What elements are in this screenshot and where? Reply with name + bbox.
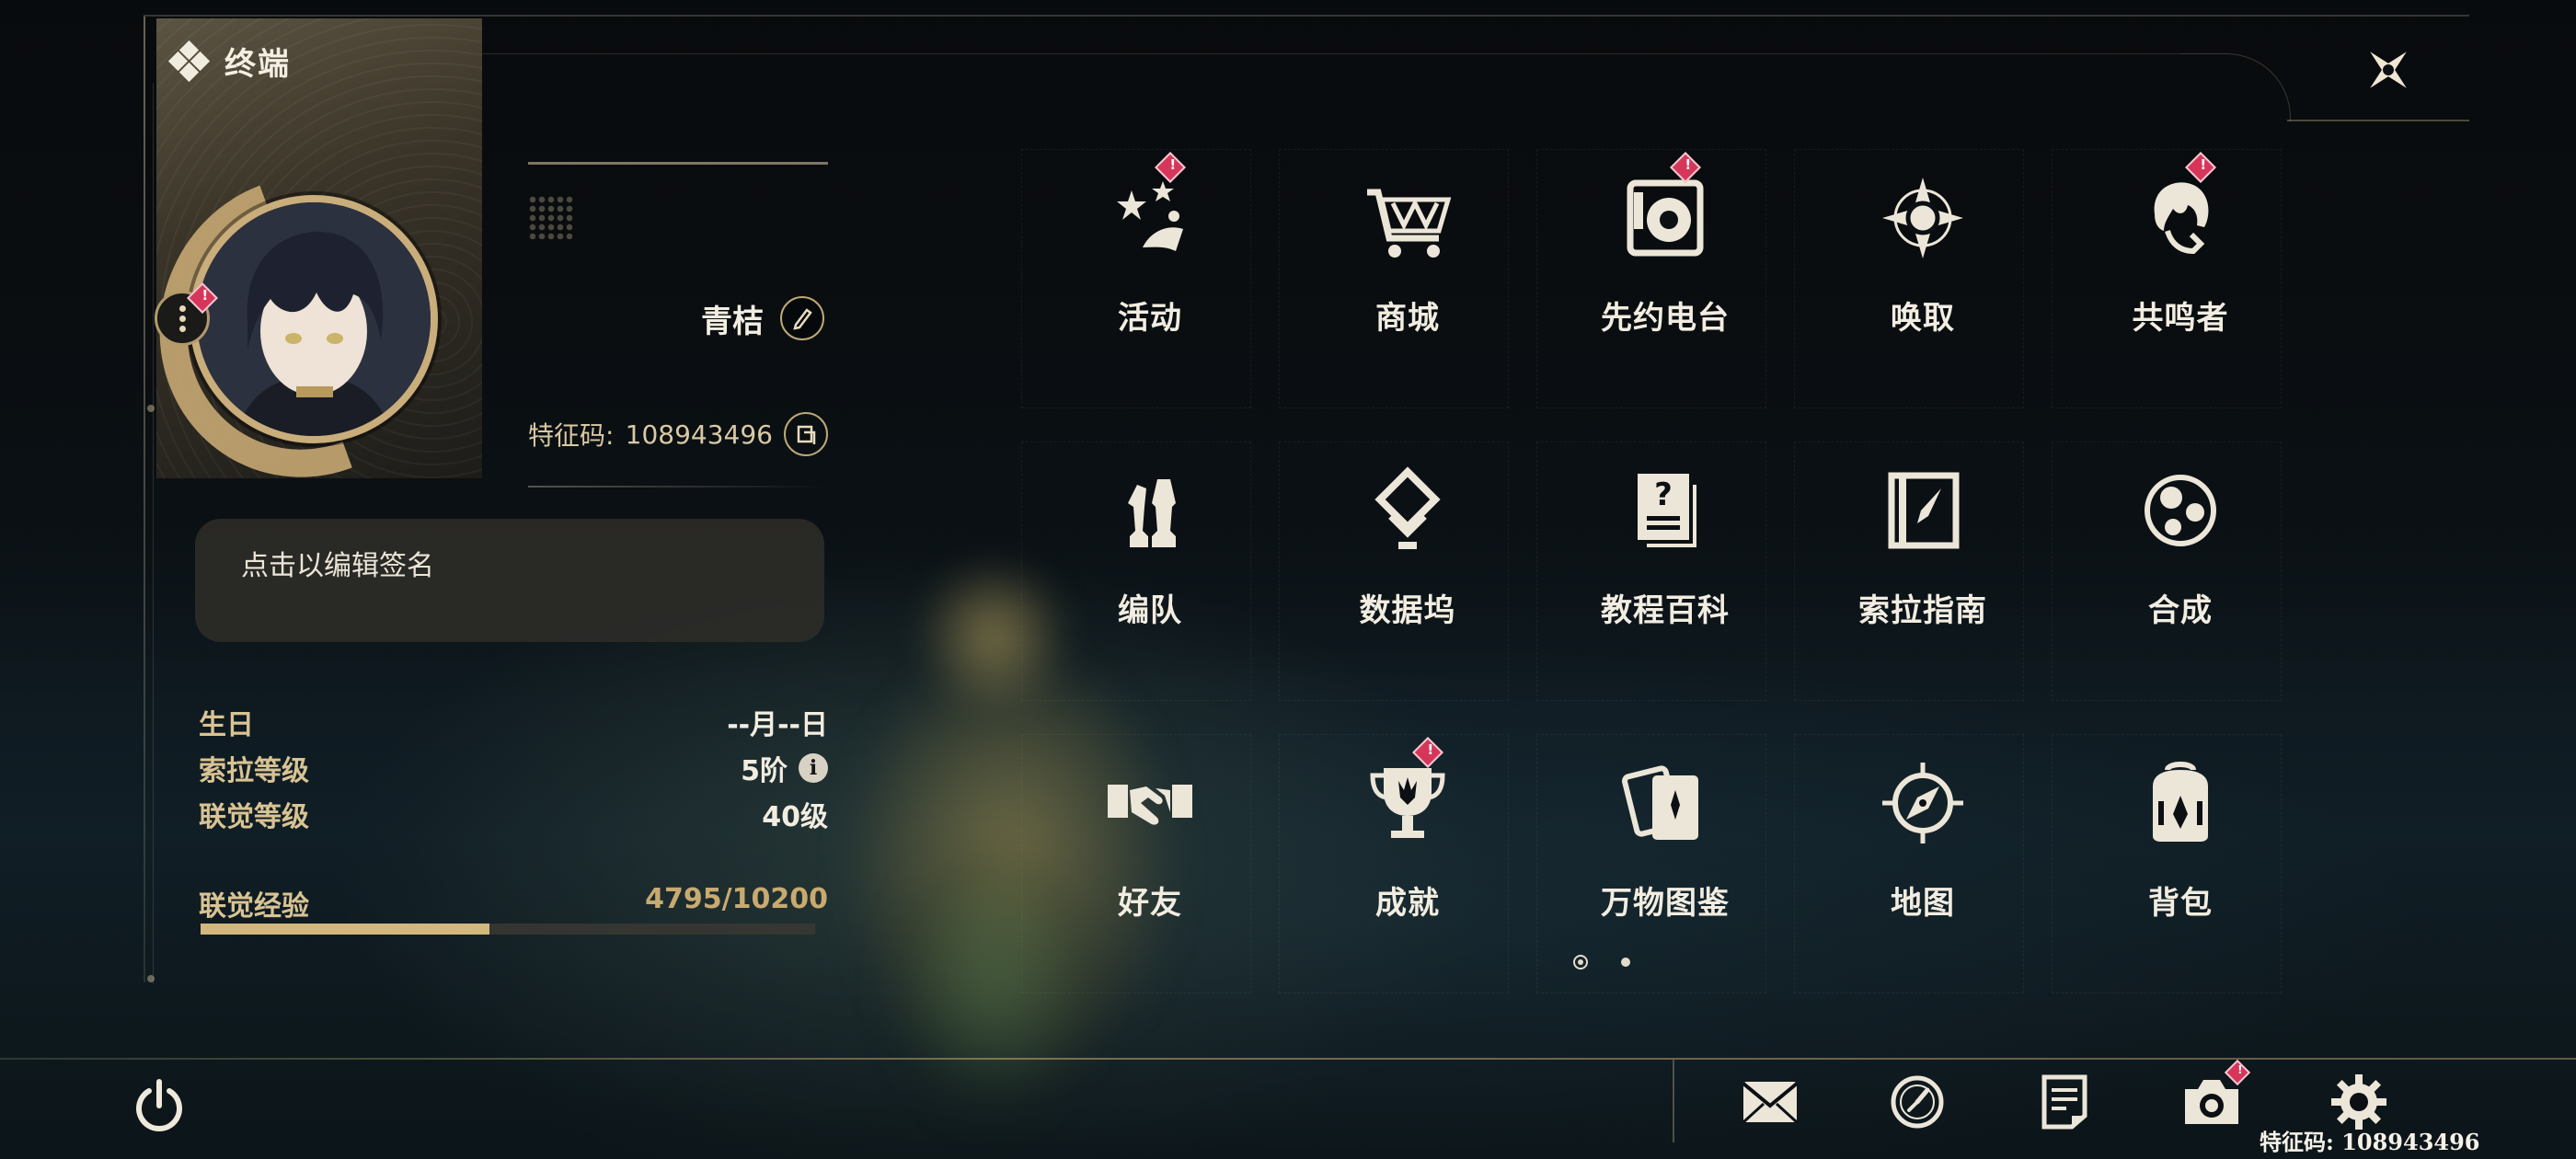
stat-value: 5阶 <box>741 755 788 787</box>
exp-label: 联觉经验 <box>199 890 309 923</box>
rail-dot <box>147 405 155 412</box>
left-rail-line-inner <box>153 83 154 984</box>
stat-row-sol-rank: 索拉等级 5阶 i <box>199 745 828 791</box>
stat-row-union-level: 联觉等级 40级 <box>199 791 828 837</box>
menu-item-friends[interactable]: 好友 <box>1021 734 1279 1027</box>
menu-item-radio[interactable]: 先约电台 <box>1536 149 1794 442</box>
signature-edit-box[interactable]: 点击以编辑签名 <box>195 519 824 642</box>
bottom-bar-divider <box>1673 1060 1674 1142</box>
menu-item-tutorial[interactable]: ? 教程百科 <box>1536 442 1794 734</box>
page-dot-active[interactable] <box>1573 955 1588 970</box>
avatar[interactable] <box>190 195 438 443</box>
clock-icon <box>1891 1075 1944 1129</box>
stat-label: 索拉等级 <box>199 755 309 787</box>
uid-row: 特征码: 108943496 <box>528 412 828 456</box>
union-exp-row: 联觉经验 4795/10200 <box>199 883 828 924</box>
mail-button[interactable] <box>1739 1071 1801 1133</box>
menu-item-convene[interactable]: 唤取 <box>1794 149 2052 442</box>
top-frame-line <box>144 15 2469 17</box>
settings-gear-icon <box>2331 1074 2386 1130</box>
clock-button[interactable] <box>1886 1071 1949 1133</box>
decorative-line <box>528 162 828 165</box>
uid-label: 特征码: <box>528 420 615 451</box>
info-icon[interactable]: i <box>799 753 828 783</box>
player-name: 青桔 <box>701 304 764 340</box>
close-star-icon <box>2370 52 2407 88</box>
left-rail-line <box>144 17 145 982</box>
rail-dot <box>147 975 155 982</box>
uid-footer: 特征码: 108943496 <box>2260 1129 2480 1155</box>
signature-placeholder: 点击以编辑签名 <box>241 550 434 582</box>
stat-value: 40级 <box>762 801 828 833</box>
terminal-diamond-icon <box>167 40 211 82</box>
mail-icon <box>1742 1082 1799 1124</box>
menu-item-map[interactable]: 地图 <box>1794 734 2052 1027</box>
page-title: 终端 <box>224 46 291 83</box>
stat-value-group: 5阶 i <box>741 748 828 788</box>
header-corner-arc <box>2180 53 2291 121</box>
camera-icon <box>2185 1080 2238 1124</box>
stat-label: 生日 <box>199 709 254 741</box>
exp-progress-bar <box>201 924 815 935</box>
camera-button[interactable] <box>2180 1059 2251 1133</box>
avatar-portrait-image <box>197 202 431 436</box>
page-dot[interactable] <box>1621 958 1630 967</box>
menu-item-activity[interactable]: 活动 <box>1021 149 1279 442</box>
power-icon <box>136 1079 182 1132</box>
menu-item-resonators[interactable]: 共鸣者 <box>2052 149 2309 442</box>
menu-item-guidebook[interactable]: 索拉指南 <box>1794 442 2052 734</box>
notice-icon <box>2041 1074 2087 1130</box>
stat-value: --月--日 <box>727 709 828 741</box>
notice-button[interactable] <box>2033 1071 2096 1133</box>
uid-underline <box>528 486 828 488</box>
edit-name-button[interactable] <box>780 296 824 340</box>
menu-item-shop[interactable]: 商城 <box>1279 149 1536 442</box>
menu-item-data-bank[interactable]: 数据坞 <box>1279 442 1536 734</box>
menu-grid: 活动 商城 先约电台 <box>1021 149 2309 1027</box>
exp-value: 4795/10200 <box>645 883 828 915</box>
menu-item-backpack[interactable]: 背包 <box>2052 734 2309 1027</box>
exp-progress-fill <box>201 924 490 935</box>
copy-uid-button[interactable] <box>784 412 828 456</box>
page-indicator <box>1573 955 1630 970</box>
menu-item-achievements[interactable]: 成就 <box>1279 734 1536 1027</box>
menu-item-team[interactable]: 编队 <box>1021 442 1279 734</box>
menu-item-archive[interactable]: 万物图鉴 <box>1536 734 1794 1027</box>
profile-stats: 生日 --月--日 索拉等级 5阶 i 联觉等级 40级 <box>199 699 828 837</box>
pencil-icon <box>793 308 812 330</box>
decorative-dot-grid <box>528 195 574 239</box>
bottom-bar-line <box>0 1058 2576 1060</box>
copy-icon <box>797 425 816 444</box>
power-button[interactable] <box>127 1074 191 1139</box>
menu-item-synthesis[interactable]: 合成 <box>2052 442 2309 734</box>
stat-row-birthday: 生日 --月--日 <box>199 699 828 745</box>
close-button[interactable] <box>2355 37 2421 103</box>
stat-label: 联觉等级 <box>199 801 309 833</box>
header-frame-line-right <box>2287 120 2469 121</box>
header: 终端 <box>167 39 291 84</box>
uid-value: 108943496 <box>625 419 773 450</box>
header-frame-line <box>478 53 2180 54</box>
